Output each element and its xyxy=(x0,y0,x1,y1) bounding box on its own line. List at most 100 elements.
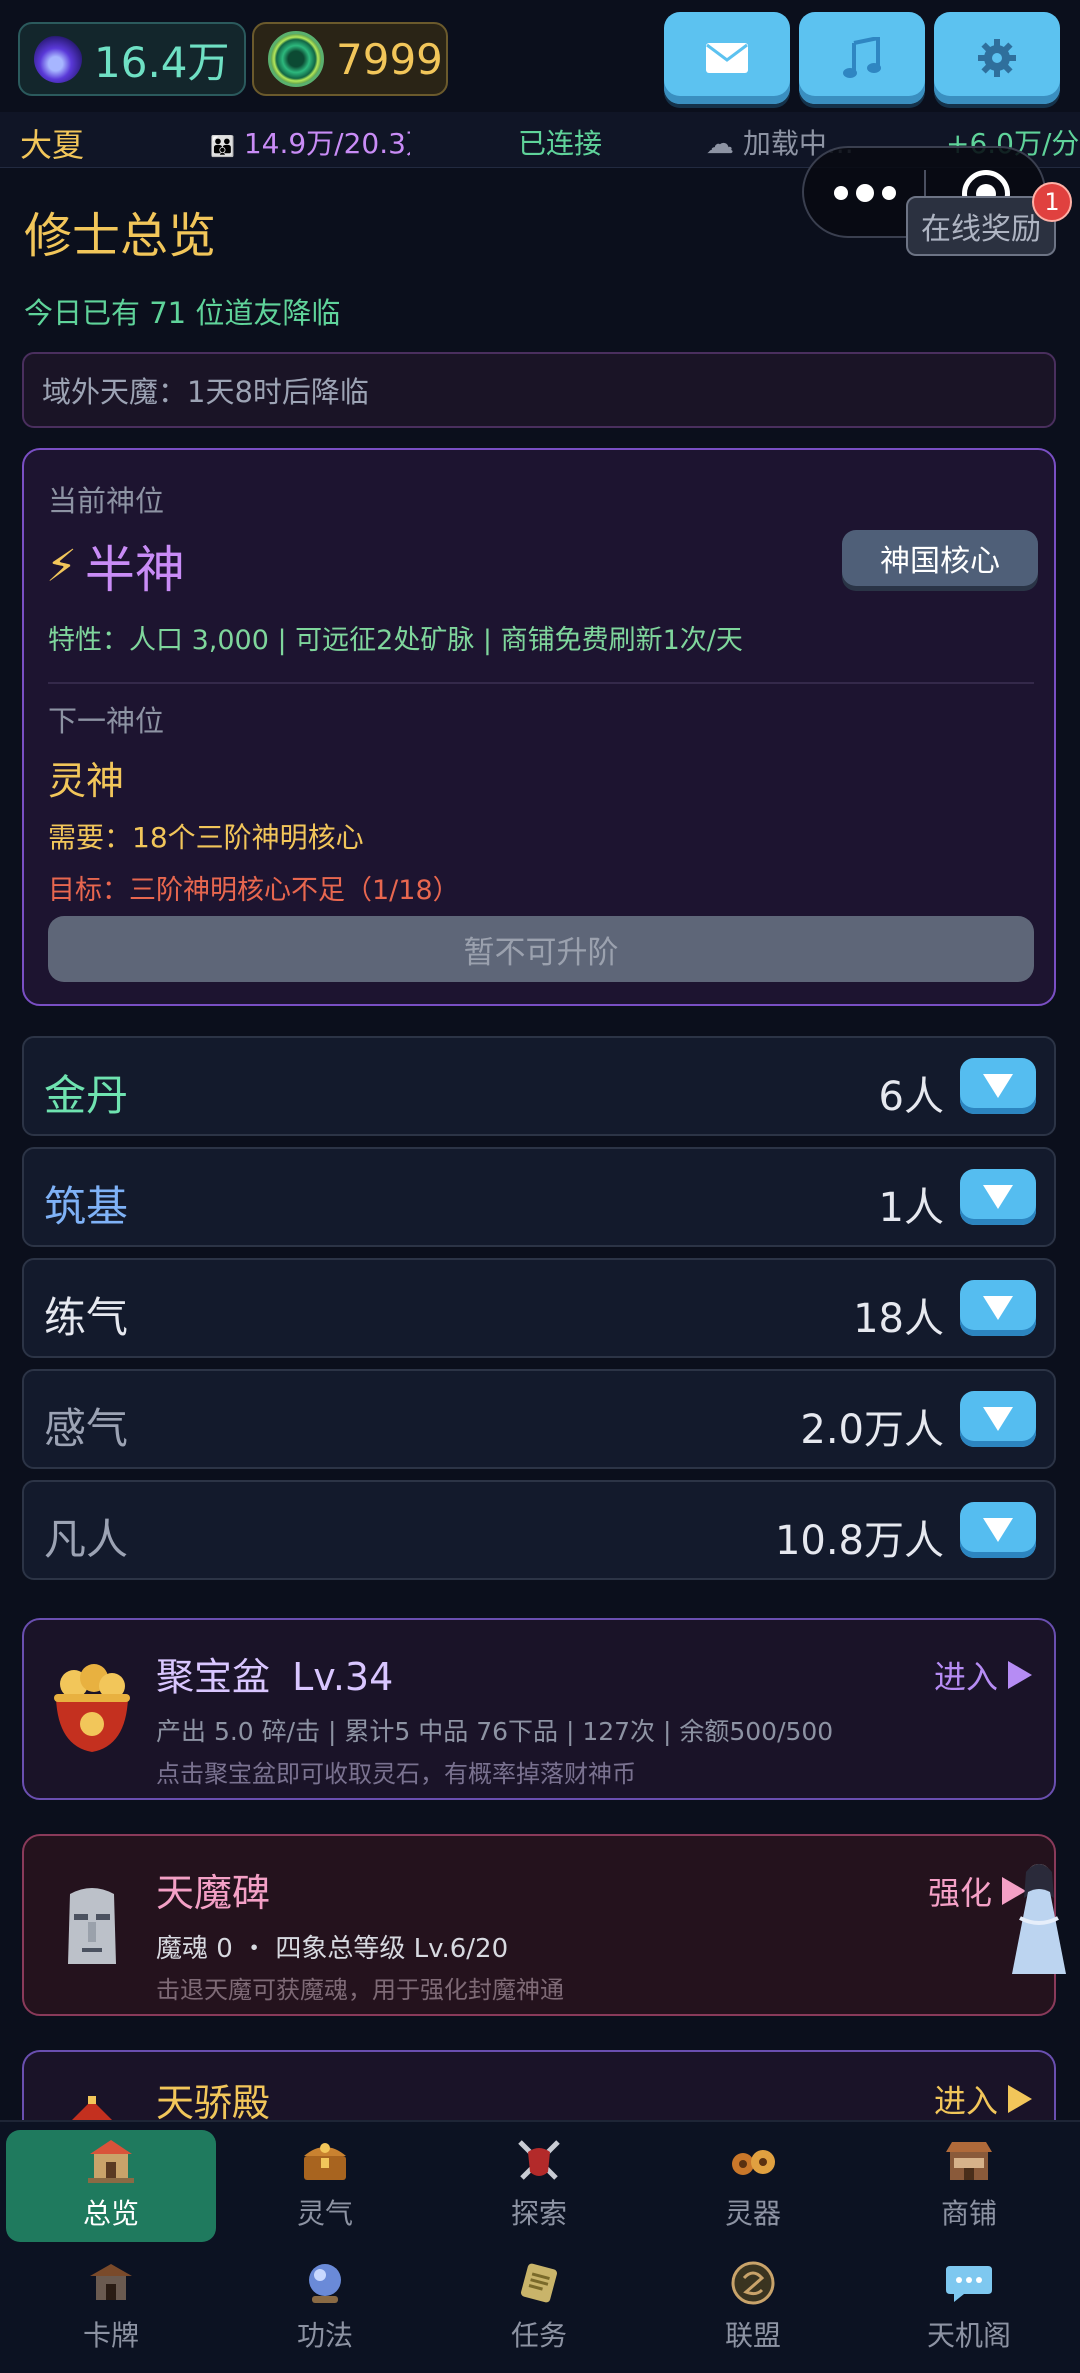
next-rank-name: 灵神 xyxy=(48,759,125,803)
coin-currency[interactable]: 7999 xyxy=(252,22,448,96)
shop-icon xyxy=(946,2142,992,2180)
nav-item-tasks[interactable]: 任务 xyxy=(434,2252,644,2364)
population-value: 14.9万/20.3万 xyxy=(243,127,410,160)
realm-name: 筑基 xyxy=(44,1182,129,1231)
prodigy-enter-button[interactable]: 进入 xyxy=(934,2076,1032,2122)
spirit-currency[interactable]: 16.4万 xyxy=(18,22,246,96)
connection-status: 已连接 xyxy=(518,127,603,160)
realm-row-ganqi[interactable]: 感气 2.0万人 xyxy=(22,1369,1056,1469)
nav-item-techniques[interactable]: 功法 xyxy=(220,2252,430,2364)
crossed-swords-icon xyxy=(518,2140,560,2180)
stele-title: 天魔碑 xyxy=(156,1871,271,1915)
spirit-value: 16.4万 xyxy=(94,37,230,87)
expand-button[interactable] xyxy=(960,1058,1036,1114)
mail-button[interactable] xyxy=(664,12,790,104)
alliance-emblem-icon xyxy=(731,2261,775,2305)
nav-label: 任务 xyxy=(510,2319,567,2352)
more-dots-icon[interactable] xyxy=(834,184,896,202)
enter-label: 进入 xyxy=(933,1658,998,1696)
music-button[interactable] xyxy=(799,12,925,104)
bottom-navigation: 总览 灵气 探索 灵器 商铺 卡牌 功法 任务 联盟 天机阁 xyxy=(0,2120,1080,2373)
realm-name: 金丹 xyxy=(44,1071,129,1120)
stele-hint: 击退天魔可获魔魂，用于强化封魔神通 xyxy=(156,1976,564,2004)
expand-button[interactable] xyxy=(960,1280,1036,1336)
rank-goal: 目标：三阶神明核心不足（1/18） xyxy=(48,875,460,906)
demon-countdown-notice: 域外天魔：1天8时后降临 xyxy=(22,352,1056,428)
nav-label: 联盟 xyxy=(724,2319,781,2352)
current-rank-label: 当前神位 xyxy=(48,484,165,518)
realm-count: 6人 xyxy=(878,1074,944,1120)
realm-count: 18人 xyxy=(853,1296,944,1342)
treasure-enter-button[interactable]: 进入 xyxy=(934,1652,1032,1698)
scroll-icon xyxy=(521,2263,557,2303)
lightning-icon: ⚡ xyxy=(46,540,77,592)
treasure-bowl-card[interactable]: 聚宝盆 Lv.34 进入 产出 5.0 碎/击 | 累计5 中品 76下品 | … xyxy=(22,1618,1056,1800)
jade-coin-icon xyxy=(268,31,324,87)
nav-label: 功法 xyxy=(296,2319,353,2352)
realm-row-fanren[interactable]: 凡人 10.8万人 xyxy=(22,1480,1056,1580)
treasure-level: Lv.34 xyxy=(292,1655,394,1699)
nav-label: 卡牌 xyxy=(82,2319,139,2352)
play-arrow-icon xyxy=(1008,1661,1032,1689)
upgrade-label: 强化 xyxy=(927,1874,992,1912)
realm-row-zhuji[interactable]: 筑基 1人 xyxy=(22,1147,1056,1247)
nav-label: 灵气 xyxy=(296,2197,353,2230)
realm-count: 10.8万人 xyxy=(774,1518,944,1564)
spirit-flame-icon xyxy=(34,35,82,83)
fairy-companion-icon[interactable] xyxy=(1006,1858,1072,1978)
coin-value: 7999 xyxy=(336,34,443,84)
upgrade-button[interactable]: 暂不可升阶 xyxy=(48,916,1034,982)
arrivals-text: 今日已有 71 位道友降临 xyxy=(24,296,341,330)
realm-count: 2.0万人 xyxy=(800,1407,944,1453)
treasure-bowl-icon xyxy=(54,1664,130,1752)
card-pavilion-icon xyxy=(90,2264,132,2300)
treasure-title: 聚宝盆 Lv.34 xyxy=(156,1646,393,1701)
people-icon: 👪 xyxy=(210,134,235,158)
rank-requirement: 需要：18个三阶神明核心 xyxy=(48,821,364,854)
nav-label: 灵器 xyxy=(724,2197,781,2230)
nav-item-shop[interactable]: 商铺 xyxy=(864,2130,1074,2242)
realm-row-lianqi[interactable]: 练气 18人 xyxy=(22,1258,1056,1358)
treasure-hint: 点击聚宝盆即可收取灵石，有概率掉落财神币 xyxy=(156,1760,636,1788)
settings-button[interactable] xyxy=(934,12,1060,104)
chevron-down-icon xyxy=(983,1074,1013,1098)
prodigy-hall-title: 天骄殿 xyxy=(156,2081,271,2125)
enter-label: 进入 xyxy=(933,2082,998,2120)
temple-icon xyxy=(88,2140,134,2183)
nav-label: 总览 xyxy=(82,2197,139,2230)
nav-item-explore[interactable]: 探索 xyxy=(434,2130,644,2242)
demon-countdown-text: 域外天魔：1天8时后降临 xyxy=(42,375,369,409)
realm-row-jindan[interactable]: 金丹 6人 xyxy=(22,1036,1056,1136)
music-note-icon xyxy=(843,37,881,78)
realm-name: 感气 xyxy=(44,1404,129,1453)
realm-count: 1人 xyxy=(878,1185,944,1231)
nav-item-overview[interactable]: 总览 xyxy=(6,2130,216,2242)
chevron-down-icon xyxy=(983,1407,1013,1431)
nav-item-heaven-pavilion[interactable]: 天机阁 xyxy=(864,2252,1074,2364)
chat-bubble-icon xyxy=(946,2266,992,2302)
nav-label: 天机阁 xyxy=(926,2319,1011,2352)
artifact-icon xyxy=(732,2150,775,2175)
expand-button[interactable] xyxy=(960,1169,1036,1225)
realm-name: 凡人 xyxy=(44,1515,129,1564)
current-rank: ⚡ 半神 xyxy=(46,530,185,602)
treasure-stats: 产出 5.0 碎/击 | 累计5 中品 76下品 | 127次 | 余额500/… xyxy=(156,1717,834,1746)
treasure-chest-icon xyxy=(304,2143,346,2180)
gear-icon xyxy=(978,39,1016,77)
region-name: 大夏 xyxy=(20,126,85,164)
crystal-ball-icon xyxy=(309,2264,341,2303)
page-title: 修士总览 xyxy=(24,208,217,264)
expand-button[interactable] xyxy=(960,1391,1036,1447)
reward-badge: 1 xyxy=(1032,182,1072,222)
nav-item-spirit[interactable]: 灵气 xyxy=(220,2130,430,2242)
nav-item-alliance[interactable]: 联盟 xyxy=(648,2252,858,2364)
nav-item-artifact[interactable]: 灵器 xyxy=(648,2130,858,2242)
next-rank-label: 下一神位 xyxy=(48,704,165,738)
divine-core-button[interactable]: 神国核心 xyxy=(842,530,1038,586)
expand-button[interactable] xyxy=(960,1502,1036,1558)
realm-name: 练气 xyxy=(44,1293,129,1342)
rank-traits: 特性：人口 3,000 | 可远征2处矿脉 | 商铺免费刷新1次/天 xyxy=(48,625,743,656)
stele-stats: 魔魂 0 ・ 四象总等级 Lv.6/20 xyxy=(156,1934,509,1964)
demon-stele-card[interactable]: 天魔碑 强化 魔魂 0 ・ 四象总等级 Lv.6/20 击退天魔可获魔魂，用于强… xyxy=(22,1834,1056,2016)
nav-item-cards[interactable]: 卡牌 xyxy=(6,2252,216,2364)
